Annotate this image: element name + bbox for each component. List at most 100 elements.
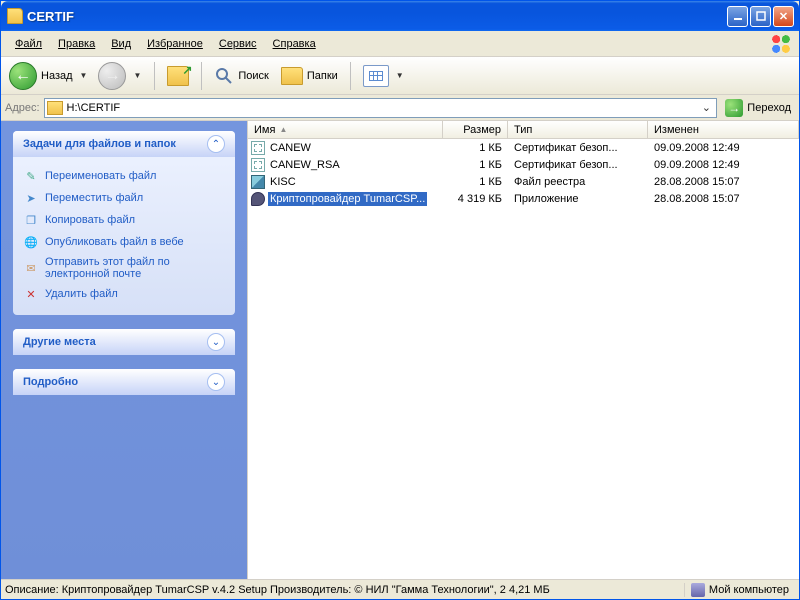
task-link-rename[interactable]: ✎ Переименовать файл: [23, 165, 225, 187]
col-header-modified[interactable]: Изменен: [648, 121, 799, 138]
views-dropdown[interactable]: ▼: [393, 71, 407, 80]
sidebar: Задачи для файлов и папок ⌃ ✎ Переименова…: [1, 121, 247, 579]
other-places-header[interactable]: Другие места ⌄: [13, 329, 235, 355]
file-type: Сертификат безоп...: [508, 142, 648, 154]
column-headers: Имя▲ Размер Тип Изменен: [248, 121, 799, 139]
publish-icon: 🌐: [23, 234, 39, 250]
copy-icon: ❐: [23, 212, 39, 228]
tasks-panel: Задачи для файлов и папок ⌃ ✎ Переименова…: [13, 131, 235, 315]
back-dropdown[interactable]: ▼: [77, 71, 91, 80]
file-row[interactable]: Криптопровайдер TumarCSP... 4 319 КБПрило…: [248, 190, 799, 207]
content-area: Задачи для файлов и папок ⌃ ✎ Переименова…: [1, 121, 799, 579]
file-row[interactable]: KISC1 КБФайл реестра28.08.2008 15:07: [248, 173, 799, 190]
menu-edit[interactable]: Правка: [50, 35, 103, 53]
menu-favorites[interactable]: Избранное: [139, 35, 211, 53]
file-modified: 28.08.2008 15:07: [648, 193, 799, 205]
menu-help[interactable]: Справка: [265, 35, 324, 53]
forward-dropdown[interactable]: ▼: [130, 71, 144, 80]
status-location: Мой компьютер: [684, 583, 795, 597]
folder-icon: [47, 101, 63, 115]
search-label: Поиск: [238, 70, 268, 82]
file-size: 4 319 КБ: [443, 193, 508, 205]
forward-arrow-icon: →: [98, 62, 126, 90]
addressbar: Адрес: H:\CERTIF ⌄ → Переход: [1, 95, 799, 121]
menu-tools[interactable]: Сервис: [211, 35, 265, 53]
other-places-title: Другие места: [23, 336, 207, 348]
task-label: Переименовать файл: [45, 170, 156, 182]
folder-up-icon: [167, 66, 189, 86]
task-link-delete[interactable]: ✕ Удалить файл: [23, 283, 225, 305]
file-name: KISC: [268, 175, 298, 189]
toolbar: ← Назад ▼ → ▼ Поиск Папки ▼: [1, 57, 799, 95]
task-label: Переместить файл: [45, 192, 143, 204]
delete-icon: ✕: [23, 286, 39, 302]
address-value: H:\CERTIF: [67, 102, 699, 114]
task-link-email[interactable]: ✉Отправить этот файл по электронной почт…: [23, 253, 225, 283]
task-label: Удалить файл: [45, 288, 118, 300]
maximize-button[interactable]: [750, 6, 771, 27]
back-button[interactable]: ← Назад ▼: [7, 60, 92, 92]
file-row[interactable]: CANEW 1 КБСертификат безоп...09.09.2008 1…: [248, 139, 799, 156]
tasks-title: Задачи для файлов и папок: [23, 138, 207, 150]
folders-label: Папки: [307, 70, 338, 82]
menu-view[interactable]: Вид: [103, 35, 139, 53]
statusbar: Описание: Криптопровайдер TumarCSP v.4.2…: [1, 579, 799, 599]
go-label: Переход: [747, 102, 791, 114]
file-row[interactable]: CANEW_RSA1 КБСертификат безоп...09.09.20…: [248, 156, 799, 173]
col-header-type[interactable]: Тип: [508, 121, 648, 138]
tasks-body: ✎ Переименовать файл ➤ Переместить файл ❐ Коп…: [13, 157, 235, 315]
titlebar[interactable]: CERTIF ✕: [1, 1, 799, 31]
close-button[interactable]: ✕: [773, 6, 794, 27]
chevron-down-icon: ⌄: [207, 373, 225, 391]
rename-icon: ✎: [23, 168, 39, 184]
address-label: Адрес:: [5, 102, 40, 114]
cert-icon: [250, 157, 266, 173]
file-name: CANEW_RSA: [268, 158, 342, 172]
file-type: Приложение: [508, 193, 648, 205]
back-arrow-icon: ←: [9, 62, 37, 90]
task-link-publish[interactable]: 🌐 Опубликовать файл в вебе: [23, 231, 225, 253]
toolbar-separator: [154, 62, 155, 90]
search-button[interactable]: Поиск: [210, 63, 272, 89]
task-link-move[interactable]: ➤ Переместить файл: [23, 187, 225, 209]
chevron-down-icon: ⌄: [207, 333, 225, 351]
task-label: Отправить этот файл по электронной почте: [45, 256, 225, 280]
move-icon: ➤: [23, 190, 39, 206]
address-input[interactable]: H:\CERTIF ⌄: [44, 98, 718, 118]
go-arrow-icon: →: [725, 99, 743, 117]
views-button[interactable]: ▼: [359, 62, 411, 90]
minimize-button[interactable]: [727, 6, 748, 27]
file-size: 1 КБ: [443, 159, 508, 171]
search-icon: [214, 66, 234, 86]
address-dropdown[interactable]: ⌄: [698, 101, 714, 114]
explorer-window: CERTIF ✕ Файл Правка Вид Избранное Серви…: [0, 0, 800, 600]
file-rows[interactable]: CANEW 1 КБСертификат безоп...09.09.2008 1…: [248, 139, 799, 579]
file-size: 1 КБ: [443, 142, 508, 154]
folders-button[interactable]: Папки: [277, 64, 342, 88]
task-label: Опубликовать файл в вебе: [45, 236, 184, 248]
forward-button[interactable]: → ▼: [96, 60, 146, 92]
tasks-panel-header[interactable]: Задачи для файлов и папок ⌃: [13, 131, 235, 157]
details-panel: Подробно ⌄: [13, 369, 235, 395]
window-title: CERTIF: [27, 9, 727, 24]
task-label: Копировать файл: [45, 214, 135, 226]
views-icon: [363, 65, 389, 87]
file-type: Файл реестра: [508, 176, 648, 188]
file-modified: 28.08.2008 15:07: [648, 176, 799, 188]
details-header[interactable]: Подробно ⌄: [13, 369, 235, 395]
file-name: Криптопровайдер TumarCSP...: [268, 192, 427, 206]
other-places-panel: Другие места ⌄: [13, 329, 235, 355]
up-button[interactable]: [163, 63, 193, 89]
col-header-name[interactable]: Имя▲: [248, 121, 443, 138]
status-location-text: Мой компьютер: [709, 584, 789, 596]
file-modified: 09.09.2008 12:49: [648, 142, 799, 154]
menubar: Файл Правка Вид Избранное Сервис Справка: [1, 31, 799, 57]
menu-file[interactable]: Файл: [7, 35, 50, 53]
back-label: Назад: [41, 70, 73, 82]
status-text: Описание: Криптопровайдер TumarCSP v.4.2…: [5, 584, 684, 596]
file-list: Имя▲ Размер Тип Изменен CANEW 1 КБСертифи…: [247, 121, 799, 579]
task-link-copy[interactable]: ❐ Копировать файл: [23, 209, 225, 231]
file-name: CANEW: [268, 141, 313, 155]
col-header-size[interactable]: Размер: [443, 121, 508, 138]
go-button[interactable]: → Переход: [721, 99, 795, 117]
